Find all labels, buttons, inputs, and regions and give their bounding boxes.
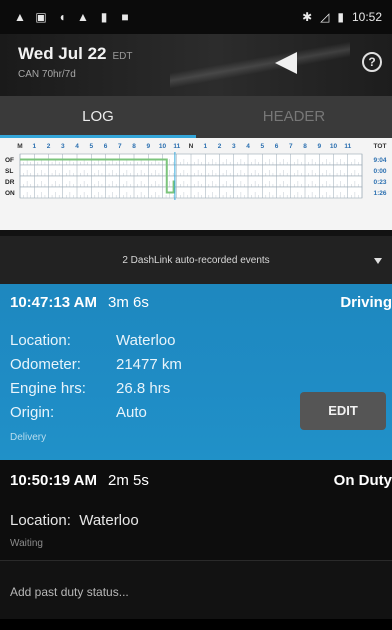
grid-hour-label: 4: [246, 143, 250, 150]
grid-hour-label: M: [17, 143, 22, 150]
grid-row-label: OF: [5, 157, 14, 164]
bluetooth-icon: ✱: [302, 10, 313, 24]
event-time: 10:47:13 AM: [10, 294, 97, 311]
grid-hour-label: N: [189, 143, 194, 150]
signal-icon: ◿: [320, 10, 330, 24]
grid-row-label: ON: [5, 190, 15, 197]
grid-hour-label: 10: [159, 143, 167, 150]
grid-hour-label: 3: [232, 143, 236, 150]
event-card-driving[interactable]: 10:47:13 AM 3m 6s Driving Location: Water…: [0, 284, 392, 460]
warning-icon: ▲: [14, 10, 26, 24]
bottom-edge: [0, 619, 392, 630]
person-icon: ▮: [100, 10, 108, 24]
auto-recorded-events-bar[interactable]: 2 DashLink auto-recorded events: [0, 230, 392, 284]
grid-hour-label: 7: [118, 143, 122, 150]
add-past-duty-status-button[interactable]: Add past duty status...: [0, 561, 392, 619]
odometer-label: Odometer:: [10, 356, 81, 373]
date-text: Wed Jul 22: [18, 44, 107, 63]
status-bar: ▲ ▣ ◖ ▲ ▮ ■ ✱ ◿ ▮ 10:52: [0, 0, 392, 34]
grid-row-total: 0:00: [373, 168, 386, 175]
cycle-rule: CAN 70hr/7d: [18, 69, 76, 80]
grid-hour-label: 1: [32, 143, 36, 150]
event-status: On Duty: [333, 472, 392, 489]
log-grid-chart: M 1 2 3 4 5 6 7 8 9 10 11 N 1 2 3 4 5 6 7 8 9 10 11 TOT OF 9:04 SL 0…: [5, 143, 387, 200]
battery-icon: ▮: [337, 10, 344, 24]
grid-row-total: 1:26: [373, 190, 386, 197]
grid-hour-label: 4: [75, 143, 79, 150]
event-duration: 2m 5s: [108, 472, 149, 489]
origin-value: Auto: [116, 404, 147, 421]
tab-bar: LOG HEADER: [0, 96, 392, 138]
tab-header[interactable]: HEADER: [196, 96, 392, 138]
grid-hour-label: 1: [203, 143, 207, 150]
grid-hour-label: 9: [317, 143, 321, 150]
event-note: Waiting: [10, 538, 43, 549]
origin-row: Origin: Auto: [10, 404, 147, 421]
grid-hour-label: 2: [47, 143, 51, 150]
location-row: Location: Waterloo: [10, 512, 139, 529]
previous-day-arrow-icon[interactable]: [275, 52, 297, 74]
grid-hour-label: 11: [173, 143, 180, 150]
grid-hour-label: 11: [344, 143, 351, 150]
log-date: Wed Jul 22 EDT: [18, 44, 133, 64]
events-text: 2 DashLink auto-recorded events: [122, 254, 270, 266]
grid-hour-label: 2: [218, 143, 222, 150]
event-status: Driving: [340, 294, 392, 311]
odometer-value: 21477 km: [116, 356, 182, 373]
engine-hours-label: Engine hrs:: [10, 380, 86, 397]
location-value: Waterloo: [79, 512, 139, 529]
header-background-image: [170, 42, 350, 88]
square-icon: ■: [121, 10, 129, 24]
grid-row-label: DR: [5, 179, 15, 186]
chevron-down-icon: [374, 258, 382, 264]
warning-icon: ▲: [77, 10, 89, 24]
grid-hour-label: 10: [330, 143, 338, 150]
odometer-row: Odometer: 21477 km: [10, 356, 182, 373]
grid-hour-label: 8: [132, 143, 136, 150]
event-time: 10:50:19 AM: [10, 472, 97, 489]
location-row: Location: Waterloo: [10, 332, 175, 349]
grid-hour-label: 3: [61, 143, 65, 150]
grid-row-total: 0:23: [373, 179, 386, 186]
grid-hour-label: 5: [260, 143, 264, 150]
grid-row-total: 9:04: [373, 157, 386, 164]
origin-label: Origin:: [10, 404, 55, 421]
help-icon[interactable]: ?: [362, 52, 382, 72]
location-value: Waterloo: [116, 332, 176, 349]
grid-hour-label: 5: [89, 143, 93, 150]
engine-hours-value: 26.8 hrs: [116, 380, 171, 397]
grid-total-header: TOT: [374, 143, 387, 150]
grid-hour-label: 6: [104, 143, 108, 150]
grid-hour-label: 8: [303, 143, 307, 150]
timezone: EDT: [112, 51, 133, 62]
edit-button[interactable]: EDIT: [300, 392, 386, 430]
volume-icon: ◖: [58, 10, 66, 24]
location-label: Location:: [10, 332, 71, 349]
grid-hour-label: 6: [275, 143, 279, 150]
location-label: Location:: [10, 512, 71, 529]
clock: 10:52: [351, 10, 382, 24]
log-grid[interactable]: M 1 2 3 4 5 6 7 8 9 10 11 N 1 2 3 4 5 6 7 8 9 10 11 TOT OF 9:04 SL 0…: [0, 138, 392, 230]
gallery-icon: ▣: [35, 10, 47, 24]
grid-hour-label: 7: [289, 143, 293, 150]
tab-log[interactable]: LOG: [0, 96, 196, 138]
grid-hour-label: 9: [146, 143, 150, 150]
event-note: Delivery: [10, 432, 47, 443]
event-duration: 3m 6s: [108, 294, 149, 311]
app-header: Wed Jul 22 EDT CAN 70hr/7d ?: [0, 34, 392, 96]
event-card-on-duty[interactable]: 10:50:19 AM 2m 5s On Duty Location: Wate…: [0, 460, 392, 560]
grid-row-label: SL: [5, 168, 13, 175]
engine-hours-row: Engine hrs: 26.8 hrs: [10, 380, 170, 397]
